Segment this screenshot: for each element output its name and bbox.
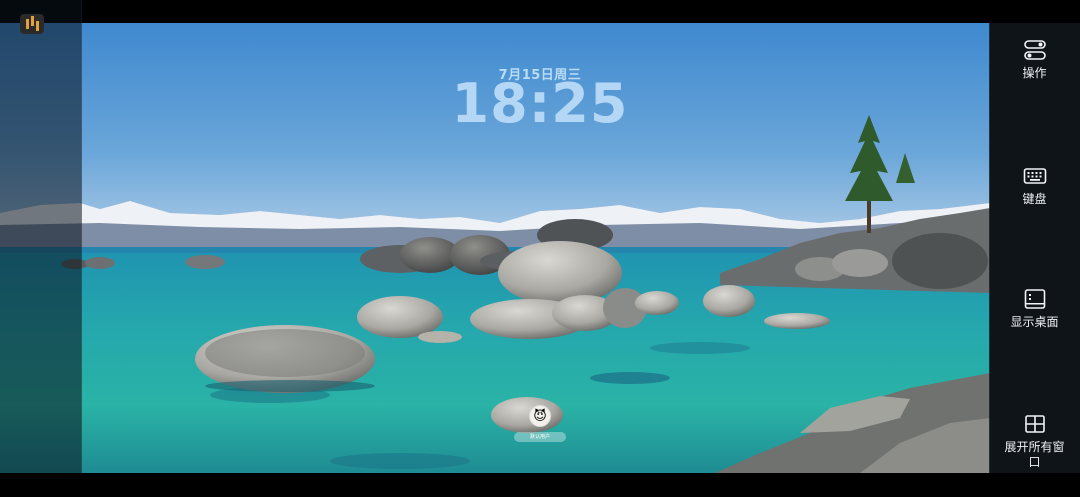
side-panel-top-shade xyxy=(989,0,1080,23)
keyboard-label: 键盘 xyxy=(1022,192,1047,206)
toggle-switches-icon xyxy=(1023,40,1046,60)
top-status-bar xyxy=(0,0,1080,23)
tablet-screen: 7月15日周三 18:25 😈 默认用户 操作 键盘 显示桌面 展开所有窗口 xyxy=(0,0,1080,497)
show-desktop-button[interactable]: 显示桌面 xyxy=(989,287,1080,330)
actions-button[interactable]: 操作 xyxy=(989,38,1080,81)
lock-screen-clock: 18:25 xyxy=(451,72,629,135)
user-name-label[interactable]: 默认用户 xyxy=(514,432,566,442)
window-grid-icon xyxy=(1024,415,1045,433)
left-app-strip xyxy=(0,0,82,473)
show-desktop-label: 显示桌面 xyxy=(1010,315,1059,329)
keyboard-icon xyxy=(1023,168,1046,184)
keyboard-button[interactable]: 键盘 xyxy=(989,164,1080,207)
user-avatar[interactable]: 😈 xyxy=(529,405,551,427)
actions-label: 操作 xyxy=(1022,66,1047,80)
app-chart-icon[interactable] xyxy=(20,14,44,34)
bottom-bar xyxy=(0,473,1080,497)
expand-all-windows-label: 展开所有窗口 xyxy=(1004,440,1065,469)
side-action-panel: 操作 键盘 显示桌面 展开所有窗口 xyxy=(989,23,1080,473)
expand-all-windows-button[interactable]: 展开所有窗口 xyxy=(989,412,1080,470)
desktop-icon xyxy=(1024,289,1045,309)
